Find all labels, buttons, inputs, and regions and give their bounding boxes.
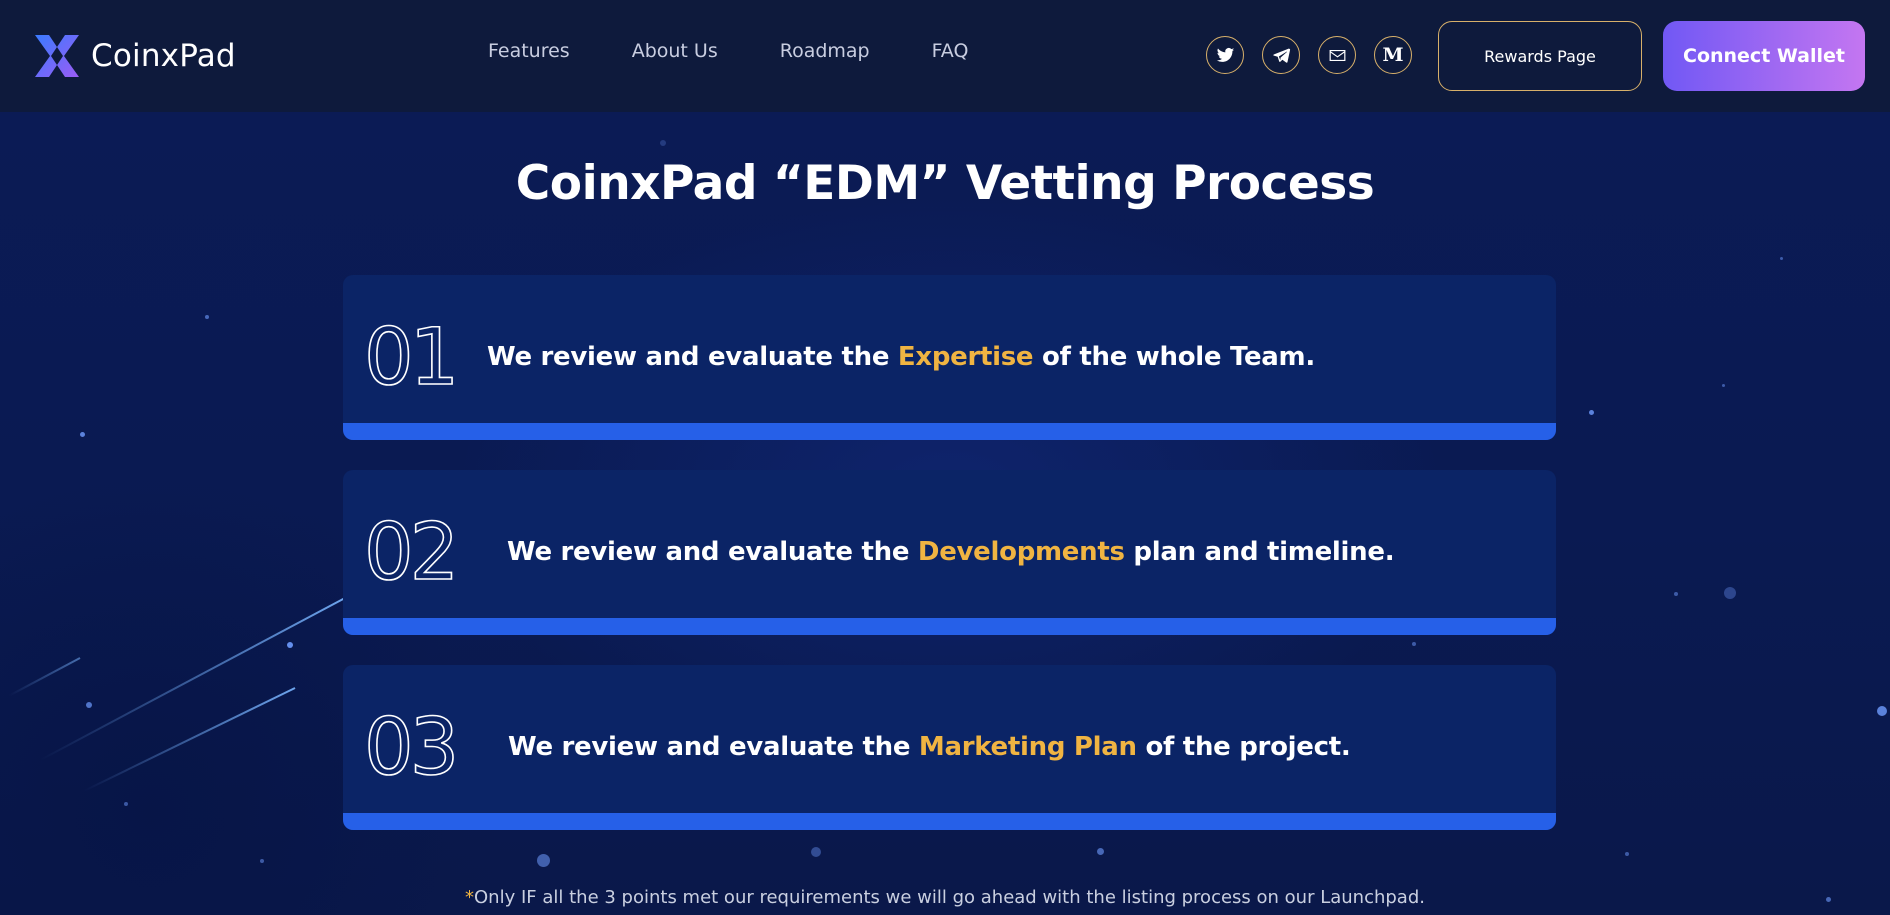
vetting-step-card: 03 We review and evaluate the Marketing … xyxy=(343,665,1556,830)
brand-logo[interactable]: CoinxPad xyxy=(33,33,236,79)
listing-footnote: *Only IF all the 3 points met our requir… xyxy=(465,887,1425,908)
step-description: We review and evaluate the Marketing Pla… xyxy=(508,732,1351,762)
medium-icon: M xyxy=(1382,44,1404,66)
rewards-page-button[interactable]: Rewards Page xyxy=(1438,21,1642,91)
medium-link[interactable]: M xyxy=(1374,36,1412,74)
step-highlight: Developments xyxy=(917,537,1125,567)
vetting-step-card: 02 We review and evaluate the Developmen… xyxy=(343,470,1556,635)
twitter-link[interactable] xyxy=(1206,36,1244,74)
telegram-icon xyxy=(1272,48,1290,63)
mail-icon xyxy=(1329,49,1345,61)
footnote-asterisk: * xyxy=(465,887,475,908)
social-links: M xyxy=(1206,36,1412,74)
page-title: CoinxPad “EDM” Vetting Process xyxy=(515,156,1375,211)
nav-about-us[interactable]: About Us xyxy=(632,40,718,62)
step-description: We review and evaluate the Expertise of … xyxy=(487,342,1315,372)
top-navbar: CoinxPad Features About Us Roadmap FAQ M… xyxy=(0,0,1890,112)
twitter-icon xyxy=(1216,47,1234,62)
coinxpad-logo-icon xyxy=(35,35,79,77)
step-number: 01 xyxy=(363,313,460,403)
nav-features[interactable]: Features xyxy=(488,40,570,62)
step-highlight: Marketing Plan xyxy=(918,732,1137,762)
step-number: 02 xyxy=(363,508,460,598)
step-highlight: Expertise xyxy=(897,342,1034,372)
connect-wallet-button[interactable]: Connect Wallet xyxy=(1663,21,1865,91)
mail-link[interactable] xyxy=(1318,36,1356,74)
nav-faq[interactable]: FAQ xyxy=(932,40,969,62)
brand-name: CoinxPad xyxy=(91,38,236,74)
nav-roadmap[interactable]: Roadmap xyxy=(780,40,870,62)
step-number: 03 xyxy=(363,703,460,793)
step-description: We review and evaluate the Developments … xyxy=(507,537,1395,567)
telegram-link[interactable] xyxy=(1262,36,1300,74)
main-nav: Features About Us Roadmap FAQ xyxy=(488,40,1030,62)
vetting-step-card: 01 We review and evaluate the Expertise … xyxy=(343,275,1556,440)
